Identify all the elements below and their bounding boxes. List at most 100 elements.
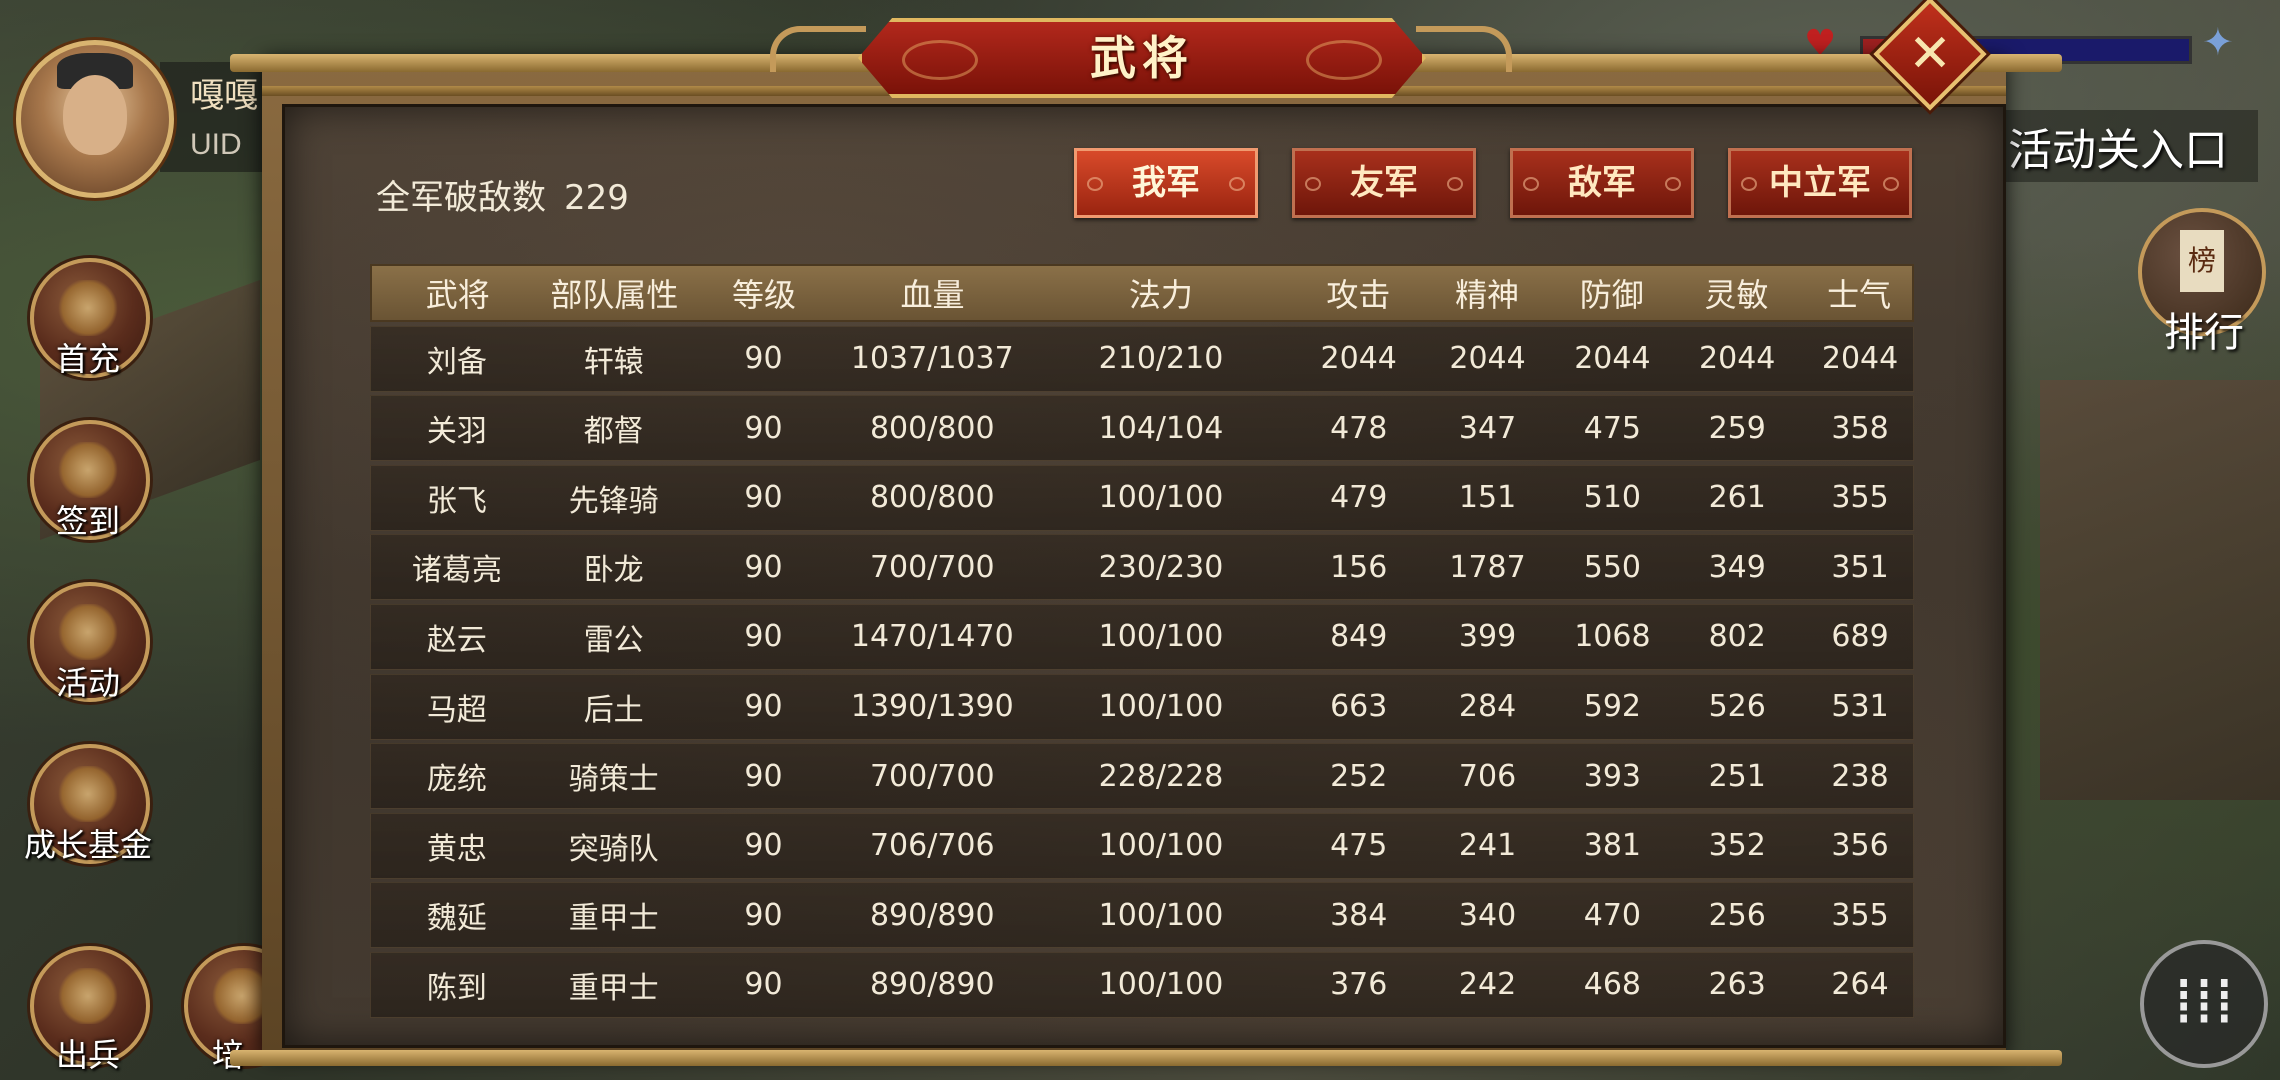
table-cell: 510 [1583, 480, 1642, 516]
table-cell: 381 [1583, 828, 1642, 864]
menu-button[interactable]: ⁞⁞⁞ [2140, 940, 2268, 1068]
column-header: 部队属性 [550, 276, 679, 314]
table-row[interactable]: 马超 后土 90 1390/1390 100/100 663 284 592 526 531 [370, 673, 1914, 740]
table-cell: 700/700 [869, 549, 995, 585]
table-cell: 90 [744, 689, 783, 725]
table-cell: 1037/1037 [850, 341, 1014, 377]
table-cell: 刘备 [426, 344, 487, 380]
table-row[interactable]: 赵云 雷公 90 1470/1470 100/100 849 399 1068 802 689 [370, 603, 1914, 670]
table-cell: 2044 [1320, 341, 1397, 377]
table-cell: 252 [1330, 758, 1388, 794]
table-cell: 马超 [426, 692, 487, 728]
title-banner: 武将 [858, 18, 1426, 98]
table-row[interactable]: 庞统 骑策士 90 700/700 228/228 252 706 393 251 238 [370, 743, 1914, 810]
scroll-icon [56, 442, 120, 498]
table-cell: 230/230 [1098, 549, 1224, 585]
table-cell: 都督 [583, 414, 644, 450]
panel-frame-bottom [230, 1050, 2062, 1066]
table-cell: 355 [1831, 480, 1889, 516]
table-cell: 156 [1330, 549, 1388, 585]
total-kills-value: 229 [564, 178, 629, 218]
table-cell: 210/210 [1098, 341, 1224, 377]
table-row[interactable]: 关羽 都督 90 800/800 104/104 478 347 475 259 358 [370, 395, 1914, 462]
table-cell: 800/800 [869, 410, 995, 446]
table-cell: 399 [1458, 619, 1517, 655]
avatar[interactable] [16, 40, 174, 198]
column-header: 武将 [425, 276, 490, 314]
side-label-first-recharge: 首充 [56, 341, 121, 377]
table-cell: 263 [1708, 967, 1766, 1003]
table-cell: 100/100 [1098, 897, 1224, 933]
column-header: 等级 [731, 276, 796, 314]
table-cell: 550 [1583, 549, 1642, 585]
table-cell: 100/100 [1098, 828, 1224, 864]
table-cell: 358 [1831, 410, 1889, 446]
table-row[interactable]: 黄忠 突骑队 90 706/706 100/100 475 241 381 352 356 [370, 812, 1914, 879]
side-label-activity: 活动 [56, 665, 121, 701]
ornament-right [1416, 26, 1512, 72]
rank-label: 排行 [2164, 311, 2244, 355]
table-cell: 2044 [1821, 341, 1899, 377]
table-cell: 90 [744, 828, 783, 864]
table-cell: 魏延 [426, 901, 487, 937]
page-title: 武将 [1090, 31, 1194, 85]
table-cell: 2044 [1574, 341, 1651, 377]
table-cell: 90 [744, 619, 783, 655]
table-row[interactable]: 张飞 先锋骑 90 800/800 100/100 479 151 510 261 355 [370, 464, 1914, 531]
table-cell: 1390/1390 [850, 689, 1014, 725]
side-label-sign-in: 签到 [56, 503, 121, 539]
table-cell: 349 [1708, 549, 1766, 585]
table-cell: 470 [1583, 897, 1642, 933]
table-cell: 先锋骑 [568, 483, 659, 519]
table-cell: 251 [1708, 758, 1766, 794]
table-cell: 庞统 [426, 762, 487, 798]
column-header: 精神 [1455, 276, 1520, 314]
table-cell: 384 [1330, 897, 1388, 933]
table-cell: 1787 [1449, 549, 1526, 585]
table-cell: 663 [1330, 689, 1388, 725]
table-cell: 90 [744, 410, 783, 446]
table-row[interactable]: 陈到 重甲士 90 890/890 100/100 376 242 468 263 264 [370, 951, 1914, 1018]
table-cell: 478 [1330, 410, 1388, 446]
event-entry-button[interactable]: 活动关入口 [1996, 110, 2258, 182]
close-icon[interactable]: ✕ [1890, 14, 1970, 94]
table-row[interactable]: 魏延 重甲士 90 890/890 100/100 384 340 470 256 355 [370, 882, 1914, 949]
table-row[interactable]: 诸葛亮 卧龙 90 700/700 230/230 156 1787 550 349 351 [370, 534, 1914, 601]
table-cell: 卧龙 [583, 553, 644, 589]
table-cell: 2044 [1699, 341, 1776, 377]
column-header: 血量 [900, 276, 965, 314]
table-cell: 351 [1831, 549, 1889, 585]
table-cell: 238 [1831, 758, 1889, 794]
table-cell: 90 [744, 341, 783, 377]
tab-our-army[interactable]: 我军 [1074, 148, 1258, 218]
column-header: 攻击 [1326, 276, 1391, 314]
table-cell: 1470/1470 [850, 619, 1014, 655]
table-cell: 2044 [1449, 341, 1526, 377]
tab-allied-army[interactable]: 友军 [1292, 148, 1476, 218]
table-cell: 诸葛亮 [411, 553, 502, 589]
table-cell: 黄忠 [426, 831, 487, 867]
table-body: 刘备 轩辕 90 1037/1037 210/210 2044 2044 2044 2044 20… [370, 325, 1914, 1018]
table-cell: 陈到 [426, 970, 487, 1006]
table-row[interactable]: 刘备 轩辕 90 1037/1037 210/210 2044 2044 2044 2044 20… [370, 325, 1914, 392]
table-cell: 526 [1708, 689, 1766, 725]
total-kills: 全军破敌数 229 [376, 170, 629, 219]
user-uid-label: UID [190, 128, 242, 161]
table-cell: 100/100 [1098, 619, 1224, 655]
table-cell: 1068 [1574, 619, 1651, 655]
table-cell: 706/706 [869, 828, 995, 864]
table-cell: 376 [1330, 967, 1388, 1003]
table-cell: 706 [1458, 758, 1517, 794]
ornament-left [770, 26, 866, 72]
gift-icon [56, 280, 120, 336]
table-cell: 475 [1583, 410, 1642, 446]
table-cell: 356 [1831, 828, 1889, 864]
table-cell: 90 [744, 758, 783, 794]
tab-neutral-army[interactable]: 中立军 [1728, 148, 1912, 218]
plant-icon [56, 766, 120, 822]
table-cell: 261 [1708, 480, 1766, 516]
table-cell: 90 [744, 480, 783, 516]
tab-enemy-army[interactable]: 敌军 [1510, 148, 1694, 218]
table-cell: 张飞 [426, 483, 487, 519]
total-kills-label: 全军破敌数 [376, 178, 546, 218]
